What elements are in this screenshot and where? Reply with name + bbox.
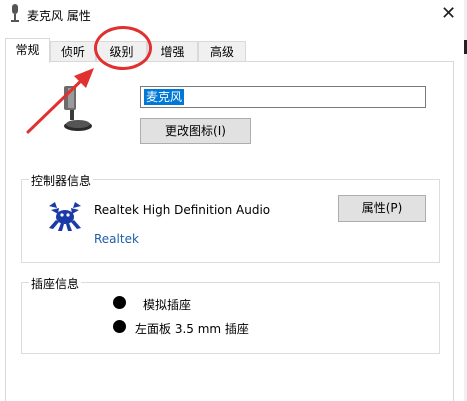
jack-item-left-panel: 左面板 3.5 mm 插座: [135, 322, 249, 336]
controller-info-title: 控制器信息: [29, 172, 94, 189]
controller-name: Realtek High Definition Audio: [94, 203, 271, 217]
title-mic-icon: [11, 4, 19, 22]
title-bar: 麦克风 属性 ✕: [0, 0, 467, 30]
device-name-selected-text: 麦克风: [144, 89, 185, 105]
close-button[interactable]: ✕: [430, 0, 467, 30]
tab-enhancements[interactable]: 增强: [147, 41, 198, 62]
change-icon-button[interactable]: 更改图标(I): [140, 118, 251, 144]
properties-button[interactable]: 属性(P): [338, 195, 426, 222]
tab-listen[interactable]: 侦听: [50, 41, 96, 62]
close-icon: ✕: [440, 3, 457, 24]
jack-item-analog: 模拟插座: [143, 298, 192, 312]
jack-info-group: [21, 282, 440, 354]
tab-advanced[interactable]: 高级: [198, 41, 246, 62]
annotation-arrow: [26, 68, 94, 134]
device-name-input[interactable]: 麦克风: [140, 86, 426, 108]
jack-color-dot: [113, 320, 126, 333]
window-title: 麦克风 属性: [27, 9, 91, 23]
jack-color-dot: [113, 296, 126, 309]
jack-info-title: 插座信息: [29, 275, 82, 292]
controller-vendor: Realtek: [94, 232, 139, 246]
realtek-crab-icon: [49, 202, 81, 231]
